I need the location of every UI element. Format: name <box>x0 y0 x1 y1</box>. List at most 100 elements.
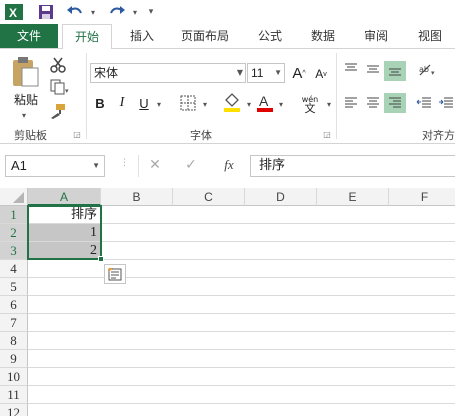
row-header-9[interactable]: 9 <box>0 350 28 368</box>
row-header-12[interactable]: 12 <box>0 404 28 416</box>
italic-button[interactable]: I <box>114 93 130 113</box>
fill-color-dropdown-icon[interactable]: ▾ <box>244 97 254 111</box>
paste-button[interactable]: 粘贴 <box>6 91 46 107</box>
tab-insert[interactable]: 插入 <box>124 24 160 48</box>
fill-handle[interactable] <box>98 256 104 262</box>
column-header-b[interactable]: B <box>101 188 173 206</box>
redo-dropdown-icon[interactable]: ▾ <box>130 2 140 22</box>
clipboard-group-label: 剪贴板 <box>14 129 47 142</box>
font-group-label: 字体 <box>190 129 212 142</box>
tab-view[interactable]: 视图 <box>412 24 448 48</box>
spreadsheet-grid: A B C D E F 1 2 3 4 5 6 7 8 9 10 11 12 排… <box>0 188 455 416</box>
underline-button[interactable]: U <box>136 93 152 113</box>
font-name-value: 宋体 <box>94 66 119 80</box>
fill-color-icon[interactable] <box>220 91 244 113</box>
font-color-icon[interactable]: A <box>254 91 276 113</box>
undo-icon[interactable] <box>64 2 86 22</box>
chevron-down-icon: ▼ <box>236 68 243 77</box>
font-size-value: 11 <box>251 66 264 80</box>
cell-a1[interactable]: 排序 <box>28 206 101 224</box>
svg-text:A: A <box>259 93 269 109</box>
chevron-down-icon: ▼ <box>274 68 282 77</box>
select-all-button[interactable] <box>0 188 28 206</box>
column-header-f[interactable]: F <box>389 188 455 206</box>
font-size-select[interactable]: 11 ▼ <box>247 63 285 83</box>
column-header-a[interactable]: A <box>28 188 101 206</box>
tab-home[interactable]: 开始 <box>62 24 112 49</box>
quick-access-toolbar: X ▾ ▾ ▾ <box>0 0 455 24</box>
row-header-1[interactable]: 1 <box>0 206 28 224</box>
name-box-value: A1 <box>11 158 27 173</box>
excel-logo-icon: X <box>4 2 24 22</box>
formula-input[interactable]: 排序 <box>250 155 455 177</box>
group-divider <box>336 53 337 139</box>
align-bottom-icon[interactable] <box>384 61 406 81</box>
undo-dropdown-icon[interactable]: ▾ <box>88 2 98 22</box>
increase-font-size-button[interactable]: A ^ <box>290 63 308 83</box>
svg-text:ab: ab <box>419 65 429 74</box>
column-header-c[interactable]: C <box>173 188 245 206</box>
row-header-4[interactable]: 4 <box>0 260 28 278</box>
save-icon[interactable] <box>36 2 56 22</box>
customize-qat-icon[interactable]: ▾ <box>144 2 158 22</box>
borders-dropdown-icon[interactable]: ▾ <box>200 97 210 111</box>
splitter-handle[interactable]: ⋮ <box>120 159 129 172</box>
chevron-down-icon: ▼ <box>92 161 100 170</box>
column-header-e[interactable]: E <box>317 188 389 206</box>
cell-a2[interactable]: 1 <box>28 224 101 242</box>
font-color-dropdown-icon[interactable]: ▾ <box>276 97 286 111</box>
tab-page-layout[interactable]: 页面布局 <box>170 24 240 48</box>
group-divider <box>86 53 87 139</box>
copy-icon[interactable]: ▾ <box>48 77 72 97</box>
row-header-5[interactable]: 5 <box>0 278 28 296</box>
tab-file[interactable]: 文件 <box>0 24 58 48</box>
row-header-3[interactable]: 3 <box>0 242 28 260</box>
cell-a3[interactable]: 2 <box>28 242 101 260</box>
underline-dropdown-icon[interactable]: ▾ <box>154 97 164 111</box>
row-header-2[interactable]: 2 <box>0 224 28 242</box>
align-right-icon[interactable] <box>384 93 406 113</box>
borders-icon[interactable] <box>176 93 200 113</box>
ribbon: 粘贴 ▾ ▾ 剪贴板 ◲ 宋体 ▼ 11 ▼ A ^ Av B I U ▾ ▾ … <box>0 48 455 144</box>
cut-icon[interactable] <box>48 55 68 75</box>
align-left-icon[interactable] <box>342 95 360 111</box>
align-center-icon[interactable] <box>364 95 382 111</box>
row-header-7[interactable]: 7 <box>0 314 28 332</box>
svg-text:X: X <box>9 6 17 20</box>
row-header-11[interactable]: 11 <box>0 386 28 404</box>
align-top-icon[interactable] <box>342 61 360 77</box>
paste-icon[interactable] <box>8 55 42 89</box>
paste-dropdown-icon[interactable]: ▾ <box>14 109 34 121</box>
svg-text:▾: ▾ <box>65 87 69 95</box>
formula-bar: A1 ▼ ⋮ ✕ ✓ fx 排序 <box>0 150 455 182</box>
row-header-8[interactable]: 8 <box>0 332 28 350</box>
alignment-group-label: 对齐方 <box>422 129 455 142</box>
phonetic-guide-button[interactable]: wén 文 <box>296 93 324 115</box>
cancel-icon[interactable]: ✕ <box>146 157 164 175</box>
decrease-indent-icon[interactable] <box>414 95 434 111</box>
column-header-d[interactable]: D <box>245 188 317 206</box>
phonetic-dropdown-icon[interactable]: ▾ <box>324 97 334 111</box>
phonetic-bottom-text: 文 <box>304 102 316 115</box>
bold-button[interactable]: B <box>92 93 108 113</box>
tab-review[interactable]: 审阅 <box>358 24 394 48</box>
orientation-icon[interactable]: ab ▾ <box>416 61 438 79</box>
decrease-font-size-button[interactable]: Av <box>312 65 330 83</box>
enter-icon[interactable]: ✓ <box>182 157 200 175</box>
font-name-select[interactable]: 宋体 ▼ <box>90 63 246 83</box>
tab-data[interactable]: 数据 <box>305 24 341 48</box>
insert-function-button[interactable]: fx <box>218 157 240 175</box>
ribbon-tabs: 文件 开始 插入 页面布局 公式 数据 审阅 视图 <box>0 24 455 49</box>
clipboard-launcher-icon[interactable]: ◲ <box>72 129 82 139</box>
row-header-10[interactable]: 10 <box>0 368 28 386</box>
name-box[interactable]: A1 ▼ <box>5 155 105 177</box>
svg-text:▾: ▾ <box>431 69 435 77</box>
quick-analysis-icon[interactable] <box>104 264 126 284</box>
increase-indent-icon[interactable] <box>436 95 455 111</box>
font-launcher-icon[interactable]: ◲ <box>322 129 332 139</box>
row-header-6[interactable]: 6 <box>0 296 28 314</box>
tab-formulas[interactable]: 公式 <box>252 24 288 48</box>
redo-icon[interactable] <box>106 2 128 22</box>
format-painter-icon[interactable] <box>48 101 68 121</box>
align-middle-icon[interactable] <box>364 61 382 77</box>
